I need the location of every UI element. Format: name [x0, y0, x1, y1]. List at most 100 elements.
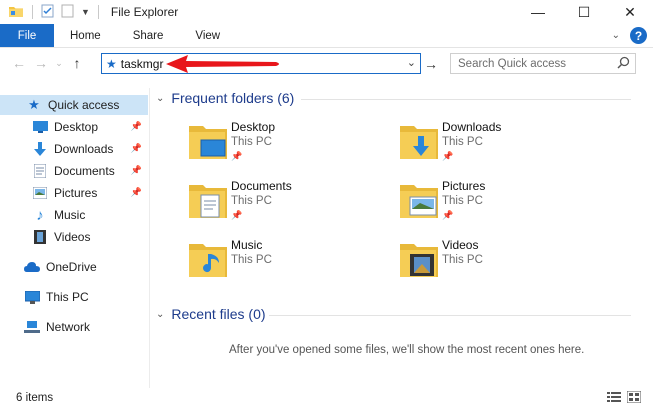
- status-bar: 6 items: [0, 388, 653, 408]
- expand-ribbon-icon[interactable]: ⌄: [612, 30, 620, 41]
- sidebar-item-label: Desktop: [54, 120, 99, 134]
- star-icon: ★: [106, 56, 117, 71]
- tab-share[interactable]: Share: [117, 24, 180, 47]
- toolbar-divider: [32, 5, 33, 19]
- go-arrow-icon[interactable]: →: [424, 56, 438, 72]
- music-icon: ♪: [36, 206, 44, 224]
- folder-name: Documents: [231, 179, 292, 193]
- group-divider: [301, 99, 631, 100]
- address-input[interactable]: taskmgr: [121, 57, 164, 71]
- sidebar-item-pictures[interactable]: Pictures 📌: [0, 183, 148, 203]
- pin-icon[interactable]: 📌: [131, 165, 142, 176]
- documents-icon: [32, 163, 48, 179]
- sidebar-item-label: This PC: [46, 290, 89, 304]
- folder-location: This PC: [442, 136, 483, 148]
- folder-location: This PC: [231, 254, 272, 266]
- downloads-icon: [32, 141, 48, 157]
- music-icon: [187, 238, 229, 280]
- documents-icon: [187, 179, 229, 221]
- folder-tile-videos[interactable]: Videos This PC: [398, 238, 598, 288]
- folder-name: Desktop: [231, 120, 276, 134]
- sidebar-item-label: Network: [46, 320, 91, 334]
- pin-icon[interactable]: 📌: [131, 143, 142, 154]
- pin-icon[interactable]: 📌: [231, 151, 242, 162]
- group-header-label: Frequent folders (6): [171, 90, 295, 106]
- folder-tile-music[interactable]: Music This PC: [187, 238, 387, 288]
- sidebar-item-videos[interactable]: Videos: [0, 227, 148, 247]
- search-box[interactable]: Search Quick access: [450, 53, 636, 74]
- videos-icon: [32, 229, 48, 245]
- details-view-icon[interactable]: [607, 391, 621, 403]
- folder-location: This PC: [442, 195, 483, 207]
- sidebar-item-quick-access[interactable]: ★ Quick access: [0, 95, 148, 115]
- window-controls: — ☐ ✕: [515, 0, 653, 24]
- folder-app-icon: [8, 4, 24, 21]
- pin-icon[interactable]: 📌: [131, 121, 142, 132]
- sidebar-item-label: Documents: [54, 164, 115, 178]
- sidebar-item-desktop[interactable]: Desktop 📌: [0, 117, 148, 137]
- sidebar-item-label: Music: [54, 208, 86, 222]
- properties-icon[interactable]: [41, 4, 55, 21]
- minimize-button[interactable]: —: [515, 0, 561, 24]
- new-folder-icon[interactable]: [61, 4, 75, 21]
- folder-name: Downloads: [442, 120, 502, 134]
- folder-tile-pictures[interactable]: Pictures This PC 📌: [398, 179, 598, 229]
- maximize-button[interactable]: ☐: [561, 0, 607, 24]
- address-dropdown-icon[interactable]: ⌄: [407, 56, 416, 69]
- folder-tile-desktop[interactable]: Desktop This PC 📌: [187, 120, 387, 170]
- sidebar-item-downloads[interactable]: Downloads 📌: [0, 139, 148, 159]
- view-switcher: [607, 390, 642, 404]
- sidebar-item-music[interactable]: ♪ Music: [0, 205, 148, 225]
- recent-files-header[interactable]: ⌄ Recent files (0): [156, 306, 266, 322]
- title-bar: ▼ File Explorer — ☐ ✕: [0, 0, 653, 24]
- help-icon[interactable]: ?: [630, 27, 647, 44]
- customize-qat-icon[interactable]: ▼: [81, 7, 90, 17]
- sidebar-item-label: OneDrive: [46, 260, 97, 274]
- folder-tile-downloads[interactable]: Downloads This PC 📌: [398, 120, 598, 170]
- folder-name: Music: [231, 238, 263, 252]
- folder-location: This PC: [231, 195, 272, 207]
- close-button[interactable]: ✕: [607, 0, 653, 24]
- group-divider: [269, 315, 631, 316]
- back-arrow-icon[interactable]: ←: [8, 55, 30, 71]
- ribbon-tabs: File Home Share View ⌄ ?: [0, 24, 653, 48]
- up-arrow-icon[interactable]: ↑: [66, 55, 88, 71]
- annotation-arrow-icon: [164, 52, 284, 79]
- pin-icon[interactable]: 📌: [231, 210, 242, 221]
- sidebar-item-this-pc[interactable]: This PC: [0, 287, 148, 307]
- pictures-icon: [32, 185, 48, 201]
- frequent-folders-header[interactable]: ⌄ Frequent folders (6): [156, 90, 294, 106]
- pc-icon: [24, 289, 40, 305]
- toolbar-divider: [97, 5, 99, 19]
- address-row: ← → ⌄ ↑ ★ taskmgr ⌄ → Search Quick acces…: [0, 48, 653, 78]
- sidebar-item-label: Quick access: [48, 98, 120, 112]
- tab-file[interactable]: File: [0, 24, 54, 47]
- quick-access-toolbar: ▼: [0, 0, 101, 24]
- pin-icon[interactable]: 📌: [442, 151, 453, 162]
- chevron-down-icon[interactable]: ⌄: [156, 309, 164, 320]
- sidebar-item-label: Downloads: [54, 142, 114, 156]
- tab-home[interactable]: Home: [54, 24, 117, 47]
- forward-arrow-icon[interactable]: →: [30, 55, 52, 71]
- sidebar-item-label: Pictures: [54, 186, 98, 200]
- sidebar-item-network[interactable]: Network: [0, 317, 148, 337]
- search-input[interactable]: Search Quick access: [458, 58, 566, 70]
- network-icon: [24, 319, 40, 335]
- folder-name: Pictures: [442, 179, 486, 193]
- navigation-pane: ★ Quick access Desktop 📌 Downloads 📌 Doc…: [0, 88, 150, 388]
- star-icon: ★: [28, 97, 40, 112]
- pin-icon[interactable]: 📌: [442, 210, 453, 221]
- desktop-folder-icon: [187, 120, 229, 162]
- large-icons-view-icon[interactable]: [626, 390, 642, 404]
- chevron-down-icon[interactable]: ⌄: [156, 93, 164, 104]
- sidebar-item-documents[interactable]: Documents 📌: [0, 161, 148, 181]
- content-pane: ⌄ Frequent folders (6) Desktop This PC 📌…: [151, 80, 653, 388]
- window-title: File Explorer: [110, 5, 179, 19]
- pictures-icon: [398, 179, 440, 221]
- sidebar-item-onedrive[interactable]: OneDrive: [0, 257, 148, 277]
- search-icon[interactable]: [617, 56, 630, 72]
- recent-locations-icon[interactable]: ⌄: [52, 58, 66, 69]
- folder-tile-documents[interactable]: Documents This PC 📌: [187, 179, 387, 229]
- tab-view[interactable]: View: [179, 24, 236, 47]
- pin-icon[interactable]: 📌: [131, 187, 142, 198]
